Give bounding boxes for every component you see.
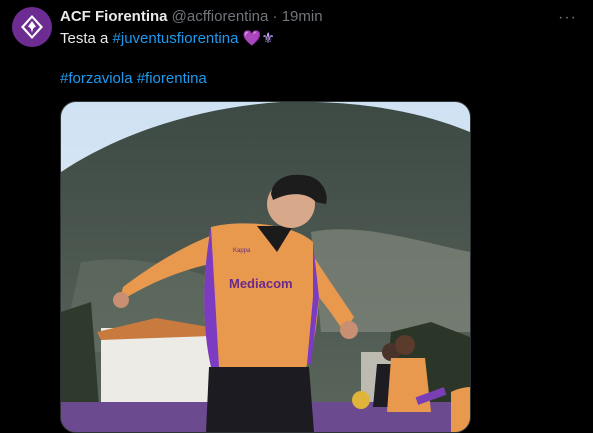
training-photo: Mediacom Kappa <box>61 102 470 432</box>
tweet-text-line-1: Testa a #juventusfiorentina 💜⚜ <box>60 30 275 48</box>
tweet-text: Testa a <box>60 30 113 47</box>
more-options-icon[interactable]: ··· <box>558 9 577 27</box>
separator-dot: · <box>272 8 278 25</box>
shirt-sponsor: Mediacom <box>229 276 293 291</box>
avatar[interactable] <box>12 7 52 47</box>
author-handle[interactable]: @acffiorentina <box>172 8 269 25</box>
hashtag-juventusfiorentina[interactable]: #juventusfiorentina <box>113 30 239 47</box>
tweet-photo[interactable]: Mediacom Kappa <box>60 101 471 433</box>
fleur-de-lis-icon: ⚜ <box>261 30 275 47</box>
fiorentina-crest-icon <box>21 15 43 39</box>
purple-heart-icon: 💜 <box>242 30 262 47</box>
building <box>101 328 211 408</box>
tweet-text-line-2: #forzaviola #fiorentina <box>60 70 207 88</box>
timestamp[interactable]: 19min <box>282 8 323 25</box>
author-name[interactable]: ACF Fiorentina <box>60 8 168 25</box>
tweet-header: ACF Fiorentina @acffiorentina · 19min <box>60 8 323 26</box>
hashtag-forzaviola[interactable]: #forzaviola <box>60 70 133 87</box>
hashtag-fiorentina[interactable]: #fiorentina <box>137 70 207 87</box>
shirt-brand: Kappa <box>233 248 251 254</box>
